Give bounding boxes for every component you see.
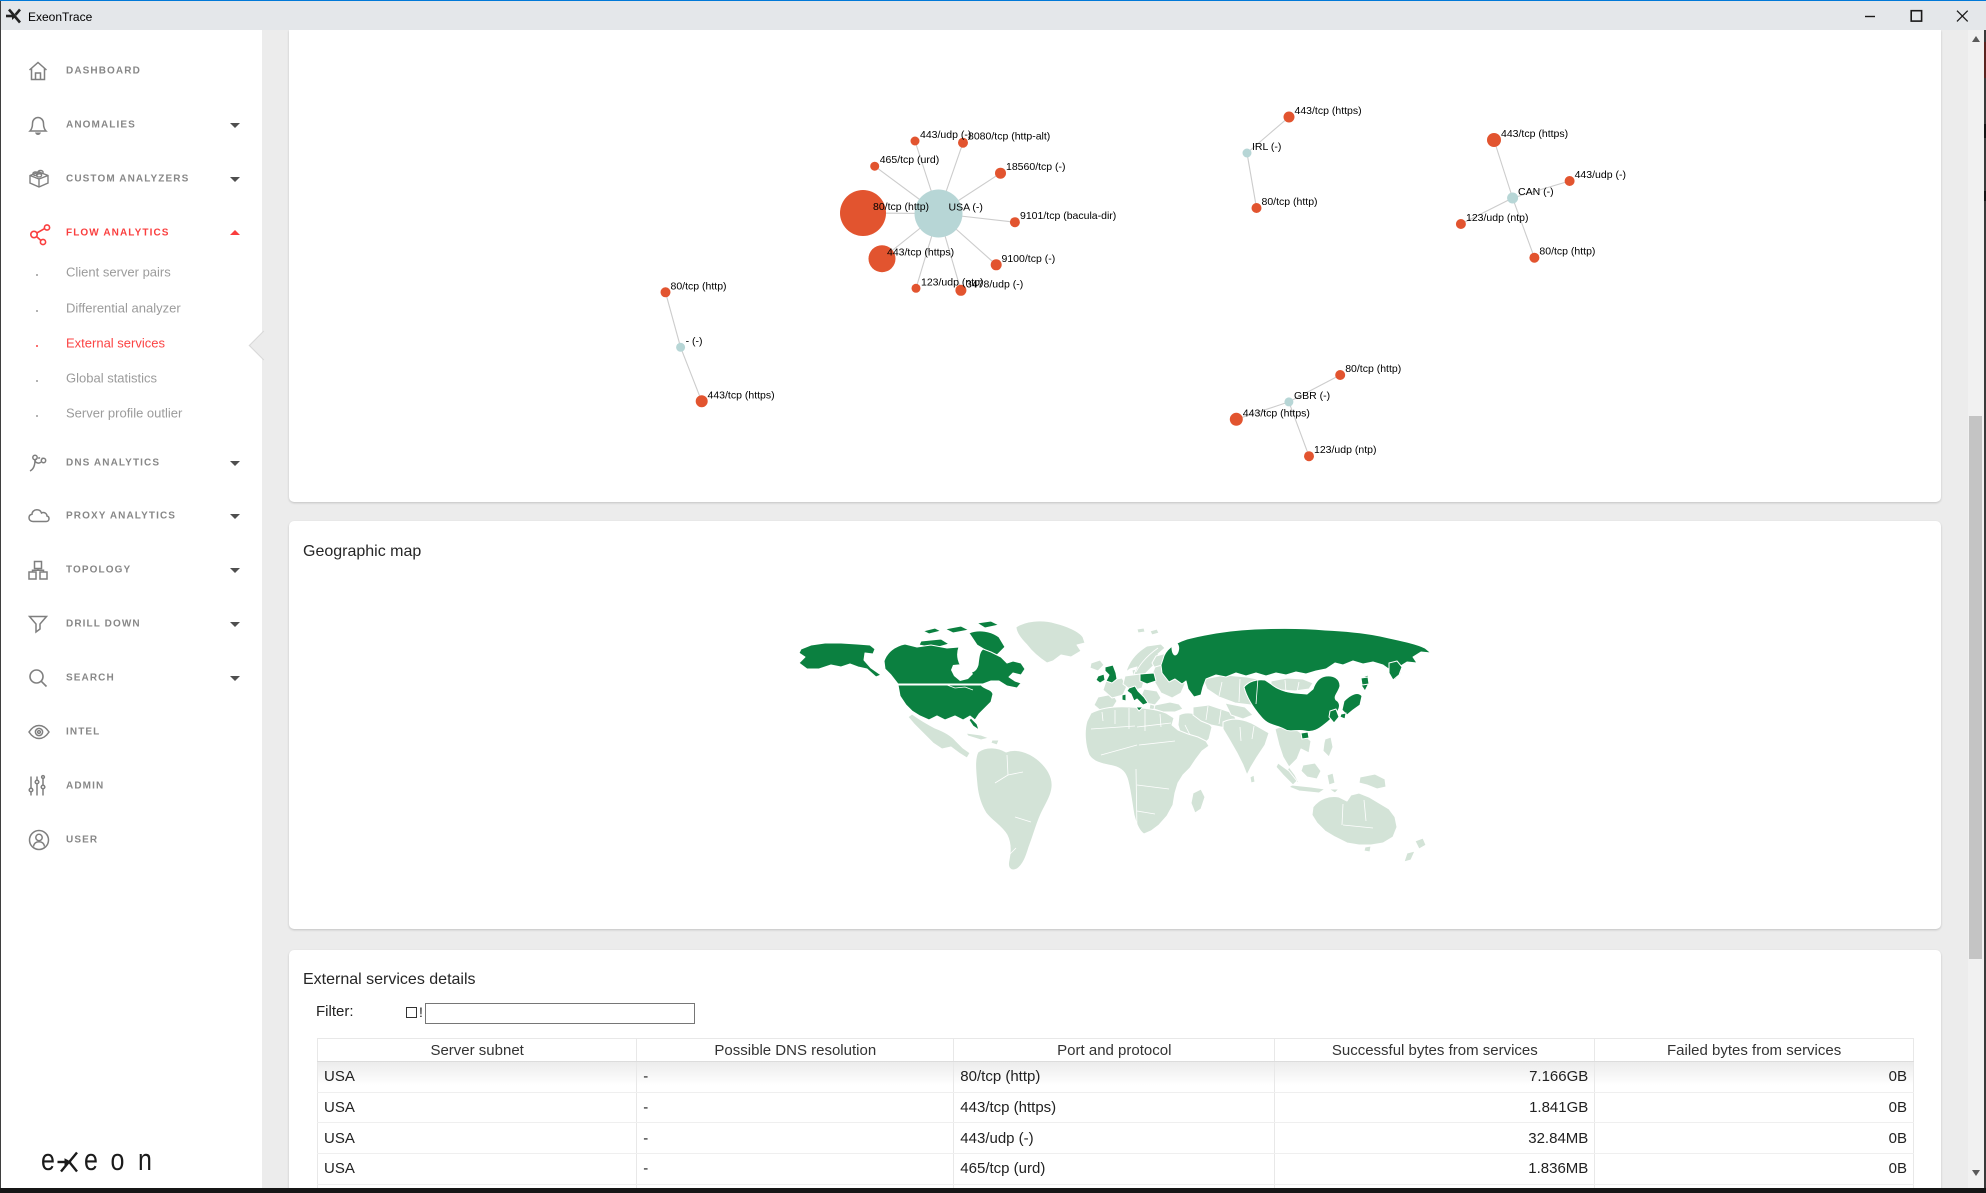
svg-text:9100/tcp (-): 9100/tcp (-) xyxy=(1002,253,1056,265)
svg-text:IRL (-): IRL (-) xyxy=(1252,141,1281,153)
svg-text:n: n xyxy=(138,1149,152,1175)
svg-text:443/tcp (https): 443/tcp (https) xyxy=(887,247,954,259)
svg-text:o: o xyxy=(111,1149,125,1175)
svg-text:18560/tcp (-): 18560/tcp (-) xyxy=(1006,161,1066,173)
svg-text:GBR (-): GBR (-) xyxy=(1294,390,1330,402)
svg-text:CAN (-): CAN (-) xyxy=(1518,186,1554,198)
svg-text:80/tcp (http): 80/tcp (http) xyxy=(1262,196,1318,208)
svg-text:8080/tcp (http-alt): 8080/tcp (http-alt) xyxy=(968,131,1050,143)
svg-text:443/tcp (https): 443/tcp (https) xyxy=(1295,105,1362,117)
svg-text:123/udp (ntp): 123/udp (ntp) xyxy=(1466,212,1528,224)
svg-text:e: e xyxy=(41,1149,55,1175)
svg-text:443/tcp (https): 443/tcp (https) xyxy=(1243,407,1310,419)
svg-text:USA (-): USA (-) xyxy=(949,202,983,214)
svg-text:80/tcp (http): 80/tcp (http) xyxy=(1345,363,1401,375)
svg-text:123/udp (ntp): 123/udp (ntp) xyxy=(921,276,983,288)
svg-text:80/tcp (http): 80/tcp (http) xyxy=(671,280,727,292)
svg-text:- (-): - (-) xyxy=(686,335,703,347)
svg-text:443/udp (-): 443/udp (-) xyxy=(920,129,971,141)
svg-text:465/tcp (urd): 465/tcp (urd) xyxy=(880,154,940,166)
svg-text:80/tcp (http): 80/tcp (http) xyxy=(1539,246,1595,258)
svg-text:443/tcp (https): 443/tcp (https) xyxy=(708,389,775,401)
svg-text:123/udp (ntp): 123/udp (ntp) xyxy=(1314,444,1376,456)
svg-text:443/udp (-): 443/udp (-) xyxy=(1575,169,1626,181)
svg-text:e: e xyxy=(84,1149,98,1175)
svg-text:80/tcp (http): 80/tcp (http) xyxy=(873,201,929,213)
svg-text:9101/tcp (bacula-dir): 9101/tcp (bacula-dir) xyxy=(1020,210,1116,222)
svg-text:443/tcp (https): 443/tcp (https) xyxy=(1501,128,1568,140)
